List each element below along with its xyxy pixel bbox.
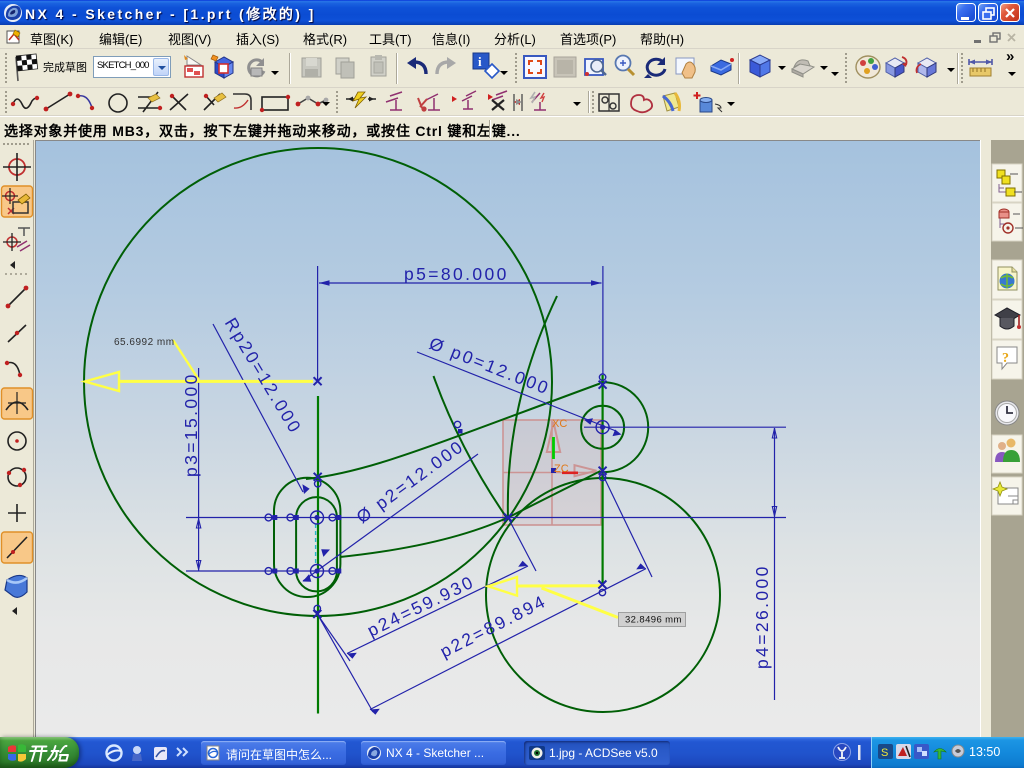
svg-text:32.8496 mm: 32.8496 mm: [625, 615, 682, 626]
svg-text:p3=15.000: p3=15.000: [181, 372, 201, 477]
svg-text:p24=59.930: p24=59.930: [364, 571, 478, 640]
svg-text:Ø p2=12.000: Ø p2=12.000: [353, 436, 468, 527]
svg-text:ZC: ZC: [554, 463, 569, 475]
svg-text:i: i: [478, 54, 482, 69]
svg-text:p5=80.000: p5=80.000: [404, 264, 509, 284]
svg-text:S: S: [881, 747, 888, 759]
svg-text:65.6992 mm: 65.6992 mm: [114, 337, 175, 348]
svg-text:?: ?: [1002, 351, 1009, 366]
svg-text:p4=26.000: p4=26.000: [752, 564, 772, 669]
svg-text:XC: XC: [552, 418, 567, 430]
svg-text:Ø p0=12.000: Ø p0=12.000: [427, 333, 554, 399]
